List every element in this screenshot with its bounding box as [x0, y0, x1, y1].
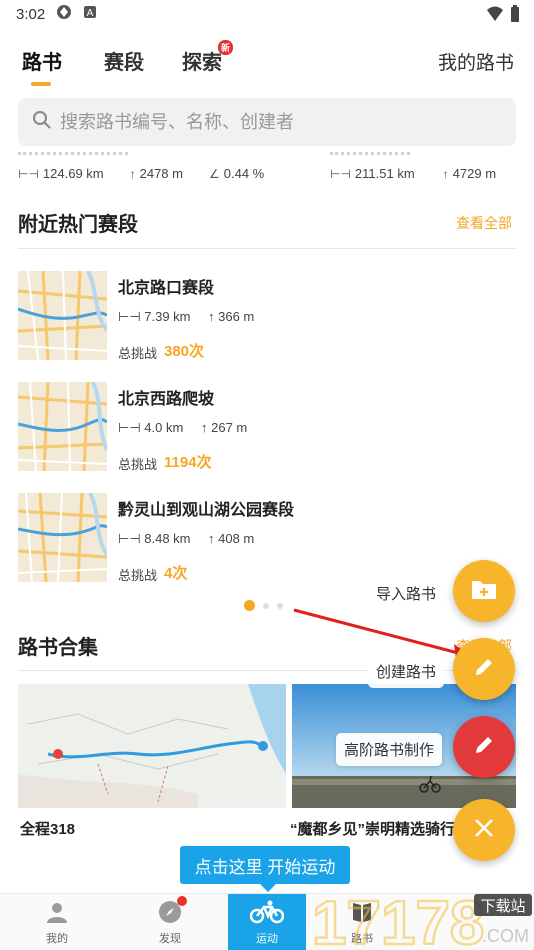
collections-title: 路书合集 [18, 637, 98, 659]
challenge-count: 1194次 [164, 454, 212, 471]
start-workout-tooltip[interactable]: 点击这里 开始运动 [180, 846, 350, 892]
nav-item-discover[interactable]: 发现 [130, 894, 210, 950]
status-time: 3:02 [16, 5, 46, 23]
hot-segments-title: 附近热门赛段 [18, 214, 138, 236]
challenge-label: 总挑战 [118, 346, 158, 361]
route-stats-left: ⊢⊣ 124.69 km ↑ 2478 m ∠ 0.44 % [18, 166, 264, 181]
tab-roadbook[interactable]: 路书 [22, 46, 62, 75]
tab-explore[interactable]: 探索 [182, 46, 222, 75]
import-roadbook-button[interactable] [453, 560, 515, 622]
nav-label: 我的 [46, 932, 68, 945]
create-roadbook-button[interactable] [453, 638, 515, 700]
close-icon [473, 817, 495, 844]
import-roadbook-label[interactable]: 导入路书 [368, 577, 445, 610]
pager-dot [263, 602, 269, 609]
challenge-label: 总挑战 [118, 457, 158, 472]
hot-segments-view-all[interactable]: 查看全部 [456, 213, 512, 233]
pencil-icon [473, 734, 495, 761]
bicycle-icon [249, 900, 285, 927]
segment-elevation: ↑ 267 m [201, 420, 248, 435]
distance-icon: ⊢⊣ [118, 309, 145, 324]
search-bar[interactable] [18, 98, 516, 146]
segment-distance: ⊢⊣ 8.48 km [118, 531, 191, 546]
compass-icon [158, 895, 187, 927]
elevation-stat: ↑ 2478 m [129, 166, 183, 181]
collection-card-map[interactable] [18, 684, 286, 808]
segment-item[interactable]: 北京路口赛段 ⊢⊣ 7.39 km ↑ 366 m 总挑战 380次 [18, 271, 516, 363]
distance-icon: ⊢⊣ [18, 166, 39, 181]
search-input[interactable] [60, 111, 480, 133]
tab-segments[interactable]: 赛段 [104, 46, 144, 75]
challenge-label: 总挑战 [118, 568, 158, 583]
pager-dot [277, 602, 283, 609]
elevation-up-icon: ↑ [442, 166, 449, 181]
divider [18, 248, 516, 249]
segment-elevation: ↑ 408 m [208, 531, 255, 546]
nav-label: 运动 [256, 932, 278, 945]
wifi-icon [486, 6, 504, 26]
elevation-up-icon: ↑ [201, 420, 212, 435]
collection-title: 全程318 [20, 821, 76, 838]
svg-text:17178: 17178 [312, 890, 484, 950]
elevation-stat: ↑ 4729 m [442, 166, 497, 181]
cutoff-title-right [330, 152, 410, 160]
pager-dots [244, 600, 283, 611]
segment-map-thumbnail [18, 493, 107, 582]
distance-stat: ⊢⊣ 211.51 km [330, 166, 415, 181]
segment-name: 北京路口赛段 [118, 280, 215, 297]
nav-label: 发现 [159, 932, 181, 945]
folder-add-icon [471, 578, 497, 605]
elevation-up-icon: ↑ [208, 309, 219, 324]
svg-text:A: A [87, 8, 94, 19]
new-badge: 新 [218, 40, 234, 55]
distance-icon: ⊢⊣ [118, 420, 145, 435]
nav-item-workout[interactable]: 运动 [228, 894, 306, 950]
segment-map-thumbnail [18, 271, 107, 360]
app-notification-icon [55, 3, 73, 25]
status-bar: 3:02 A [0, 0, 534, 28]
distance-stat: ⊢⊣ 124.69 km [18, 166, 104, 181]
segment-distance: ⊢⊣ 4.0 km [118, 420, 184, 435]
watermark-logo: 17178 下载站 .COM [311, 888, 534, 950]
svg-text:.COM: .COM [482, 926, 529, 946]
segment-item[interactable]: 北京西路爬坡 ⊢⊣ 4.0 km ↑ 267 m 总挑战 1194次 [18, 382, 516, 474]
segment-distance: ⊢⊣ 7.39 km [118, 309, 191, 324]
svg-text:下载站: 下载站 [480, 897, 525, 915]
route-stats-right: ⊢⊣ 211.51 km ↑ 4729 m [330, 166, 496, 181]
segment-name: 黔灵山到观山湖公园赛段 [118, 502, 295, 519]
close-fab-button[interactable] [453, 799, 515, 861]
elevation-up-icon: ↑ [129, 166, 136, 181]
grade-icon: ∠ [208, 166, 220, 181]
pager-dot-active [244, 600, 255, 611]
distance-icon: ⊢⊣ [330, 166, 351, 181]
segment-map-thumbnail [18, 382, 107, 471]
battery-icon [510, 5, 520, 27]
distance-icon: ⊢⊣ [118, 531, 145, 546]
segment-elevation: ↑ 366 m [208, 309, 255, 324]
segment-name: 北京西路爬坡 [118, 391, 215, 408]
notification-dot [177, 895, 187, 906]
segment-item[interactable]: 黔灵山到观山湖公园赛段 ⊢⊣ 8.48 km ↑ 408 m 总挑战 4次 [18, 493, 516, 585]
advanced-roadbook-button[interactable] [453, 716, 515, 778]
challenge-count: 4次 [164, 565, 188, 582]
advanced-roadbook-label[interactable]: 高阶路书制作 [336, 733, 443, 766]
user-icon [45, 900, 69, 927]
elevation-up-icon: ↑ [208, 531, 219, 546]
my-roadbooks-link[interactable]: 我的路书 [438, 48, 514, 75]
active-tab-indicator [31, 82, 51, 86]
pencil-icon [473, 656, 495, 683]
create-roadbook-label[interactable]: 创建路书 [368, 655, 445, 688]
nav-item-me[interactable]: 我的 [17, 894, 97, 950]
a-notification-icon: A [83, 5, 97, 23]
search-icon [32, 110, 52, 135]
top-tabs: 路书 赛段 探索 新 我的路书 [0, 40, 534, 88]
grade-stat: ∠ 0.44 % [208, 166, 265, 181]
cutoff-title-left [18, 152, 128, 160]
challenge-count: 380次 [164, 343, 205, 360]
